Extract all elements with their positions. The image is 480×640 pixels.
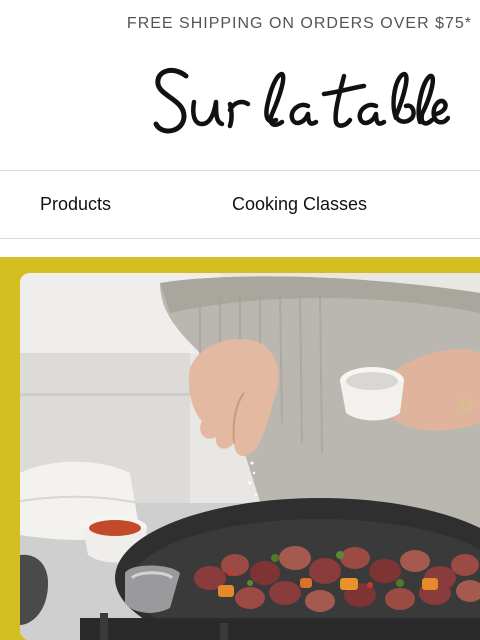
main-nav: Products Cooking Classes [0,170,480,239]
brand-logo[interactable] [150,62,450,146]
hero-image[interactable] [20,273,480,640]
hero-banner[interactable] [0,257,480,640]
promo-text: FREE SHIPPING ON ORDERS OVER $75* [126,15,472,32]
nav-item-cooking-classes[interactable]: Cooking Classes [232,171,367,238]
promo-banner: FREE SHIPPING ON ORDERS OVER $75* [0,0,480,48]
hero-photo-illustration [20,273,480,640]
logo-wordmark [153,67,450,134]
nav-item-products[interactable]: Products [40,171,111,238]
